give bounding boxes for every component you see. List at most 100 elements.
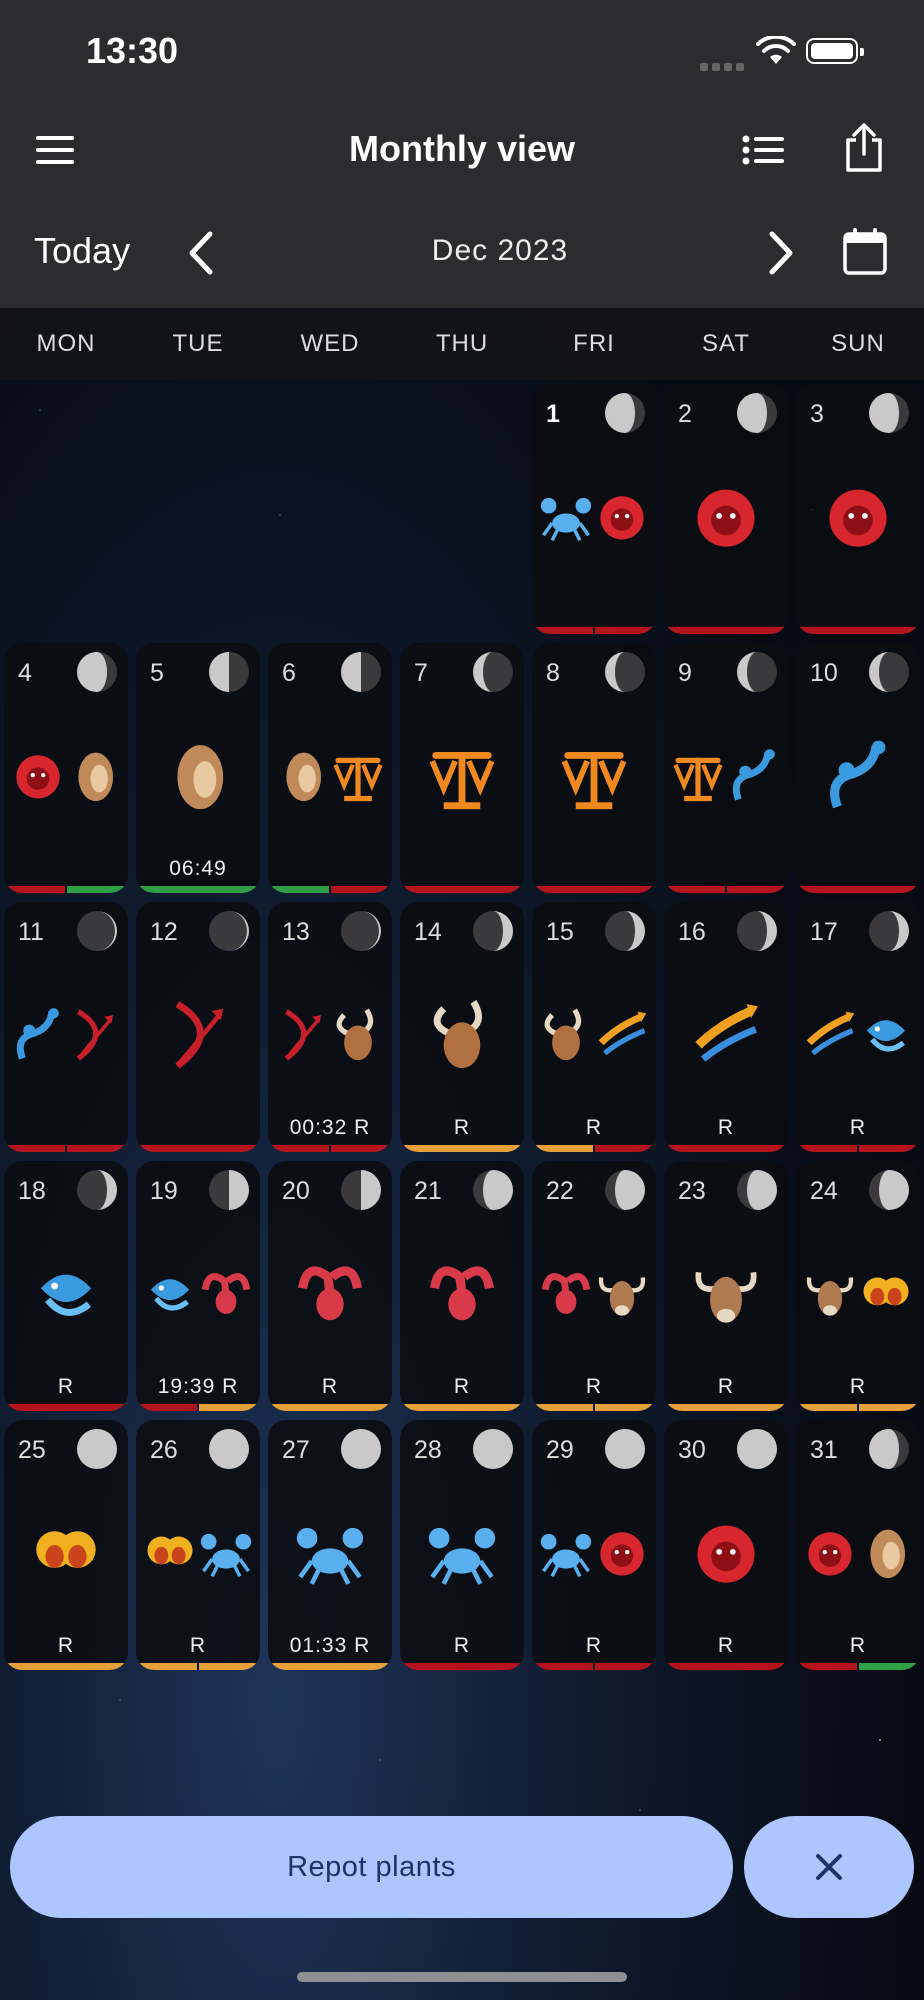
day-cell[interactable]: 11 [4,902,128,1152]
day-number: 24 [810,1177,838,1205]
moon-phase-icon [77,1170,117,1210]
day-cell[interactable]: 15 R [532,902,656,1152]
zodiac-signs [136,1249,260,1339]
day-note-label: R [717,1634,735,1657]
calendar-icon[interactable] [842,226,888,276]
moon-phase-icon [341,652,381,692]
day-cell[interactable]: 18 R [4,1161,128,1411]
rating-segment [268,1663,392,1670]
zodiac-signs [4,1249,128,1339]
moon-phase-icon [869,911,909,951]
rating-segment [532,886,656,893]
rating-segment [595,1145,656,1152]
day-note-label: R [453,1375,471,1398]
day-number: 28 [414,1436,442,1464]
day-number: 26 [150,1436,178,1464]
zodiac-signs [4,990,128,1080]
day-number: 4 [18,659,32,687]
day-cell[interactable]: 29 R [532,1420,656,1670]
rating-segment [331,886,392,893]
day-cell[interactable]: 6 [268,643,392,893]
day-cell[interactable]: 5 06:49 [136,643,260,893]
day-rating-bar [532,1404,656,1411]
rating-segment [268,1404,392,1411]
day-cell[interactable]: 1 [532,384,656,634]
day-cell[interactable]: 13 00:32 R [268,902,392,1152]
day-cell[interactable]: 2 [664,384,788,634]
close-button[interactable] [744,1816,914,1918]
rating-segment [4,1404,128,1411]
day-cell[interactable]: 31 R [796,1420,920,1670]
rating-segment [727,886,788,893]
day-number: 5 [150,659,164,687]
cellular-signal-icon [700,58,748,76]
day-rating-bar [664,1404,788,1411]
repot-plants-button[interactable]: Repot plants [10,1816,733,1918]
libra-sign-icon [429,752,495,810]
rating-segment [796,627,920,634]
moon-phase-icon [473,911,513,951]
day-cell[interactable]: 26 R [136,1420,260,1670]
chevron-right-icon[interactable] [766,230,796,276]
zodiac-signs [664,472,788,562]
day-cell[interactable]: 4 [4,643,128,893]
aries-sign-icon [430,1266,494,1321]
rating-segment [859,1145,920,1152]
rating-segment [664,1145,788,1152]
libra-sign-icon [333,757,383,802]
chevron-left-icon[interactable] [186,230,216,276]
close-icon [816,1854,842,1880]
list-view-icon[interactable] [742,134,786,166]
day-cell[interactable]: 22 R [532,1161,656,1411]
day-cell[interactable]: 30 R [664,1420,788,1670]
day-number: 9 [678,659,692,687]
scorpio-sign-icon [732,749,775,801]
leo-sign-icon [697,489,755,547]
zodiac-signs [664,1249,788,1339]
day-cell[interactable]: 24 R [796,1161,920,1411]
moon-phase-icon [737,1170,777,1210]
rating-segment [595,1663,656,1670]
moon-phase-icon [473,1429,513,1469]
day-number: 10 [810,659,838,687]
day-number: 27 [282,1436,310,1464]
wifi-icon [756,36,796,64]
day-cell[interactable]: 14 R [400,902,524,1152]
virgo-sign-icon [177,745,224,810]
zodiac-signs [532,1249,656,1339]
day-note-label: R [189,1634,207,1657]
day-number: 6 [282,659,296,687]
zodiac-signs [796,990,920,1080]
day-cell[interactable]: 21 R [400,1161,524,1411]
rating-segment [67,1145,128,1152]
day-cell[interactable]: 27 01:33 R [268,1420,392,1670]
share-icon[interactable] [842,122,886,174]
moon-phase-icon [473,652,513,692]
moon-phase-icon [209,911,249,951]
rating-segment [400,1404,524,1411]
day-cell[interactable]: 16 R [664,902,788,1152]
day-cell[interactable]: 23 R [664,1161,788,1411]
day-cell[interactable]: 25 R [4,1420,128,1670]
day-cell[interactable]: 12 [136,902,260,1152]
day-note-label: R [57,1375,75,1398]
day-cell[interactable]: 10 [796,643,920,893]
rating-segment [796,1404,857,1411]
virgo-sign-icon [78,752,114,802]
moon-phase-icon [737,652,777,692]
day-cell[interactable]: 8 [532,643,656,893]
moon-phase-icon [473,1170,513,1210]
day-cell[interactable]: 9 [664,643,788,893]
day-cell[interactable]: 19 19:39 R [136,1161,260,1411]
capricorn-sign-icon [544,1008,582,1061]
today-button[interactable]: Today [34,230,130,272]
day-cell[interactable]: 20 R [268,1161,392,1411]
day-cell[interactable]: 3 [796,384,920,634]
zodiac-signs [268,990,392,1080]
day-cell[interactable]: 17 R [796,902,920,1152]
rating-segment [595,627,656,634]
weekday-label: WED [300,330,360,357]
day-cell[interactable]: 28 R [400,1420,524,1670]
day-number: 20 [282,1177,310,1205]
day-cell[interactable]: 7 [400,643,524,893]
